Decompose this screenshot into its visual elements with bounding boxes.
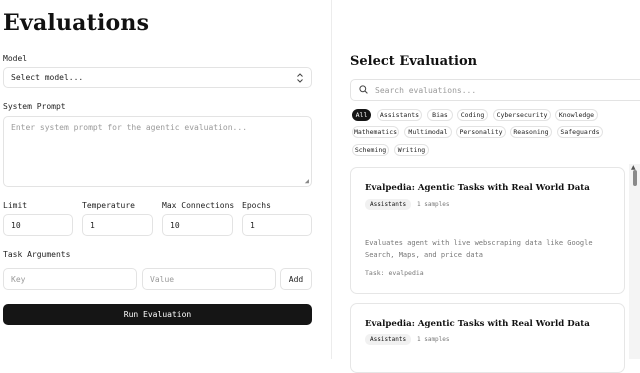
system-prompt-textarea[interactable]: Enter system prompt for the agentic eval… <box>3 116 312 187</box>
resize-handle-icon[interactable]: ◢ <box>305 177 309 185</box>
model-label: Model <box>3 54 28 63</box>
tag-safeguards[interactable]: Safeguards <box>557 126 603 138</box>
run-evaluation-label: Run Evaluation <box>123 310 192 319</box>
max-connections-label: Max Connections <box>162 201 235 210</box>
samples-count: 1 samples <box>417 201 450 208</box>
card-description: Evaluates agent with live webscraping da… <box>365 239 593 259</box>
tag-all[interactable]: All <box>352 109 371 121</box>
value-placeholder: Value <box>150 274 175 284</box>
task-arg-value-input[interactable]: Value <box>142 268 276 290</box>
chevron-updown-icon <box>296 73 304 85</box>
samples-count: 1 samples <box>417 336 450 343</box>
evaluation-card[interactable]: Evalpedia: Agentic Tasks with Real World… <box>350 303 625 373</box>
max-connections-input[interactable]: 10 <box>162 214 233 236</box>
select-evaluation-title: Select Evaluation <box>350 54 478 69</box>
tag-cybersecurity[interactable]: Cybersecurity <box>493 109 551 121</box>
category-badge: Assistants <box>365 334 412 345</box>
max-connections-value: 10 <box>170 220 180 230</box>
category-badge: Assistants <box>365 199 412 210</box>
system-prompt-label: System Prompt <box>3 102 66 111</box>
tag-reasoning[interactable]: Reasoning <box>510 126 552 138</box>
limit-value: 10 <box>11 220 21 230</box>
epochs-label: Epochs <box>242 201 271 210</box>
tag-writing[interactable]: Writing <box>394 144 429 156</box>
search-icon <box>359 84 368 96</box>
tag-bias[interactable]: Bias <box>427 109 453 121</box>
add-label: Add <box>288 274 304 284</box>
run-evaluation-button[interactable]: Run Evaluation <box>3 304 312 325</box>
card-title: Evalpedia: Agentic Tasks with Real World… <box>365 183 590 193</box>
limit-label: Limit <box>3 201 28 210</box>
add-argument-button[interactable]: Add <box>280 268 312 290</box>
temperature-value: 1 <box>90 220 95 230</box>
card-title: Evalpedia: Agentic Tasks with Real World… <box>365 319 590 329</box>
limit-input[interactable]: 10 <box>3 214 73 236</box>
tag-knowledge[interactable]: Knowledge <box>555 109 598 121</box>
tag-mathematics[interactable]: Mathematics <box>352 126 399 138</box>
evaluation-card[interactable]: Evalpedia: Agentic Tasks with Real World… <box>350 167 625 294</box>
panel-divider <box>331 0 332 359</box>
task-arg-key-input[interactable]: Key <box>3 268 137 290</box>
epochs-value: 1 <box>250 220 255 230</box>
model-select[interactable]: Select model... <box>3 67 312 88</box>
model-select-value: Select model... <box>11 73 84 82</box>
search-input[interactable]: Search evaluations... <box>350 79 640 101</box>
task-arguments-label: Task Arguments <box>3 250 71 259</box>
page-title: Evaluations <box>3 10 150 36</box>
search-placeholder: Search evaluations... <box>375 85 477 95</box>
key-placeholder: Key <box>11 274 26 284</box>
system-prompt-placeholder: Enter system prompt for the agentic eval… <box>11 123 248 132</box>
temperature-input[interactable]: 1 <box>82 214 153 236</box>
scrollbar-thumb[interactable] <box>633 170 637 186</box>
tag-assistants[interactable]: Assistants <box>377 109 422 121</box>
scrollbar[interactable] <box>629 164 640 359</box>
tag-personality[interactable]: Personality <box>456 126 506 138</box>
tag-multimodal[interactable]: Multimodal <box>404 126 452 138</box>
temperature-label: Temperature <box>82 201 135 210</box>
epochs-input[interactable]: 1 <box>242 214 312 236</box>
card-task: Task: evalpedia <box>365 269 424 277</box>
tag-coding[interactable]: Coding <box>457 109 488 121</box>
tag-scheming[interactable]: Scheming <box>352 144 389 156</box>
